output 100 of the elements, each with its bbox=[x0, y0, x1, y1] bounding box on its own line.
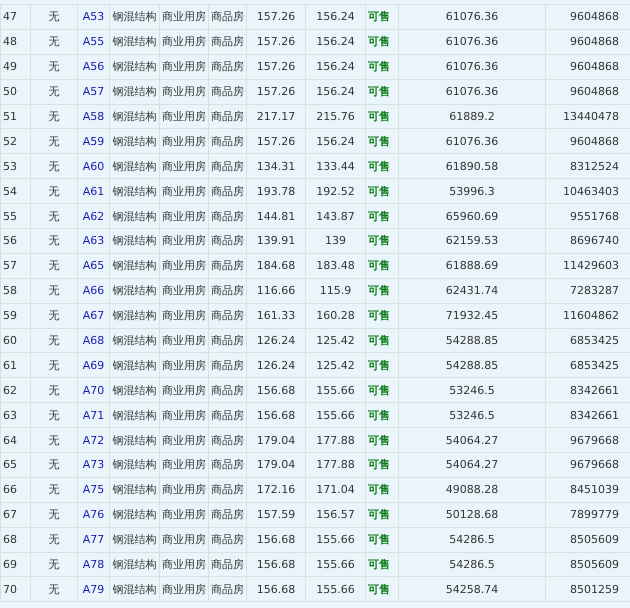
table-cell: 8312524 bbox=[570, 160, 619, 173]
table-cell: 177.88 bbox=[316, 434, 355, 447]
table-cell: 钢混结构 bbox=[112, 458, 156, 472]
table-cell: 钢混结构 bbox=[112, 483, 156, 496]
table-cell: 54286.5 bbox=[449, 533, 495, 546]
table-cell: 156.68 bbox=[256, 533, 296, 546]
table-cell: 61889.2 bbox=[449, 110, 495, 123]
table-cell: 钢混结构 bbox=[112, 85, 156, 98]
table-cell: 48 bbox=[3, 35, 17, 48]
table-cell: 7899779 bbox=[570, 508, 619, 522]
table-cell: 54288.85 bbox=[446, 334, 498, 348]
table-cell: 217.17 bbox=[256, 110, 296, 123]
status-label: 可售 bbox=[368, 309, 390, 322]
table-cell: 商品房 bbox=[211, 408, 244, 422]
table-cell: 172.16 bbox=[256, 483, 296, 496]
table-cell: 54064.27 bbox=[446, 458, 498, 472]
table-cell: 156.68 bbox=[256, 582, 296, 596]
table-cell: 商品房 bbox=[211, 309, 244, 322]
table-cell: 无 bbox=[48, 384, 60, 397]
table-cell: 62431.74 bbox=[446, 284, 498, 298]
table-cell: 无 bbox=[48, 284, 60, 298]
table-cell: 52 bbox=[3, 134, 17, 148]
table-cell: 商品房 bbox=[211, 558, 244, 572]
status-label: 可售 bbox=[368, 35, 390, 48]
table-cell: 59 bbox=[3, 309, 17, 322]
table-cell: 67 bbox=[3, 508, 17, 522]
table-cell: 160.28 bbox=[316, 309, 355, 322]
table-cell: 商业用房 bbox=[162, 35, 206, 48]
table-cell: 商品房 bbox=[211, 110, 244, 123]
table-cell: 171.04 bbox=[316, 483, 355, 496]
table-cell: 8505609 bbox=[570, 558, 619, 572]
table-cell: 156.24 bbox=[316, 10, 355, 24]
table-cell: 63 bbox=[3, 408, 17, 422]
table-cell: 53246.5 bbox=[449, 384, 495, 397]
table-cell: 193.78 bbox=[256, 184, 296, 198]
table-cell: 钢混结构 bbox=[112, 582, 156, 596]
table-cell: 钢混结构 bbox=[112, 408, 156, 422]
table-cell: 53246.5 bbox=[449, 408, 495, 422]
table-cell: 47 bbox=[3, 10, 17, 24]
table-cell: 钢混结构 bbox=[112, 160, 156, 173]
status-label: 可售 bbox=[368, 110, 390, 123]
table-cell: 商业用房 bbox=[162, 384, 206, 397]
table-cell: 54288.85 bbox=[446, 358, 498, 372]
status-label: 可售 bbox=[368, 408, 390, 422]
table-cell: 商品房 bbox=[211, 483, 244, 496]
status-label: 可售 bbox=[368, 284, 390, 298]
table-cell: 61888.69 bbox=[446, 259, 498, 272]
table-cell: 184.68 bbox=[256, 259, 296, 272]
table-cell: 177.88 bbox=[316, 458, 355, 472]
table-cell: 157.26 bbox=[256, 60, 296, 74]
table-cell: 无 bbox=[48, 160, 60, 173]
table-cell: 商业用房 bbox=[162, 160, 206, 173]
table-cell: 156.24 bbox=[316, 35, 355, 48]
table-cell: 无 bbox=[48, 358, 60, 372]
table-cell: 6853425 bbox=[570, 334, 619, 348]
table-cell: 156.24 bbox=[316, 85, 355, 98]
table-cell: 商业用房 bbox=[162, 110, 206, 123]
table-cell: 钢混结构 bbox=[112, 134, 156, 148]
table-cell: 商业用房 bbox=[162, 458, 206, 472]
table-cell: 商业用房 bbox=[162, 60, 206, 74]
table-cell: 50 bbox=[3, 85, 17, 98]
table-cell: 商业用房 bbox=[162, 358, 206, 372]
table-cell: 商品房 bbox=[211, 259, 244, 272]
table-cell: 6853425 bbox=[570, 358, 619, 372]
table-cell: 钢混结构 bbox=[112, 110, 156, 123]
table-cell: 71932.45 bbox=[446, 309, 498, 322]
table-cell: 商品房 bbox=[211, 60, 244, 74]
table-cell: 钢混结构 bbox=[112, 35, 156, 48]
table-cell: 无 bbox=[48, 184, 60, 198]
table-cell: 54064.27 bbox=[446, 434, 498, 447]
status-label: 可售 bbox=[368, 483, 390, 496]
table-cell: 65960.69 bbox=[446, 210, 498, 223]
table-cell: 61076.36 bbox=[446, 85, 498, 98]
table-cell: 156.57 bbox=[316, 508, 355, 522]
table-cell: 商品房 bbox=[211, 358, 244, 372]
table-cell: 无 bbox=[48, 10, 60, 24]
table-cell: 商品房 bbox=[211, 160, 244, 173]
table-cell: 无 bbox=[48, 309, 60, 322]
table-cell: 钢混结构 bbox=[112, 210, 156, 223]
table-cell: 156.24 bbox=[316, 60, 355, 74]
table-cell: 49 bbox=[3, 60, 17, 74]
table-cell: 钢混结构 bbox=[112, 184, 156, 198]
table-cell: 8451039 bbox=[570, 483, 619, 496]
table-cell: 8501259 bbox=[570, 582, 619, 596]
table-cell: 商业用房 bbox=[162, 533, 206, 546]
table-cell: 54 bbox=[3, 184, 17, 198]
table-cell: 157.59 bbox=[256, 508, 296, 522]
table-cell: 56 bbox=[3, 234, 17, 248]
status-label: 可售 bbox=[368, 358, 390, 372]
table-cell: 55 bbox=[3, 210, 17, 223]
table-cell: 61076.36 bbox=[446, 10, 498, 24]
status-label: 可售 bbox=[368, 210, 390, 223]
table-cell: 商业用房 bbox=[162, 582, 206, 596]
table-cell: 183.48 bbox=[316, 259, 355, 272]
table-cell: 215.76 bbox=[316, 110, 355, 123]
table-cell: 无 bbox=[48, 35, 60, 48]
status-label: 可售 bbox=[368, 234, 390, 248]
table-cell: 61890.58 bbox=[446, 160, 498, 173]
table-cell: 65 bbox=[3, 458, 17, 472]
table-cell: 9679668 bbox=[570, 434, 619, 447]
